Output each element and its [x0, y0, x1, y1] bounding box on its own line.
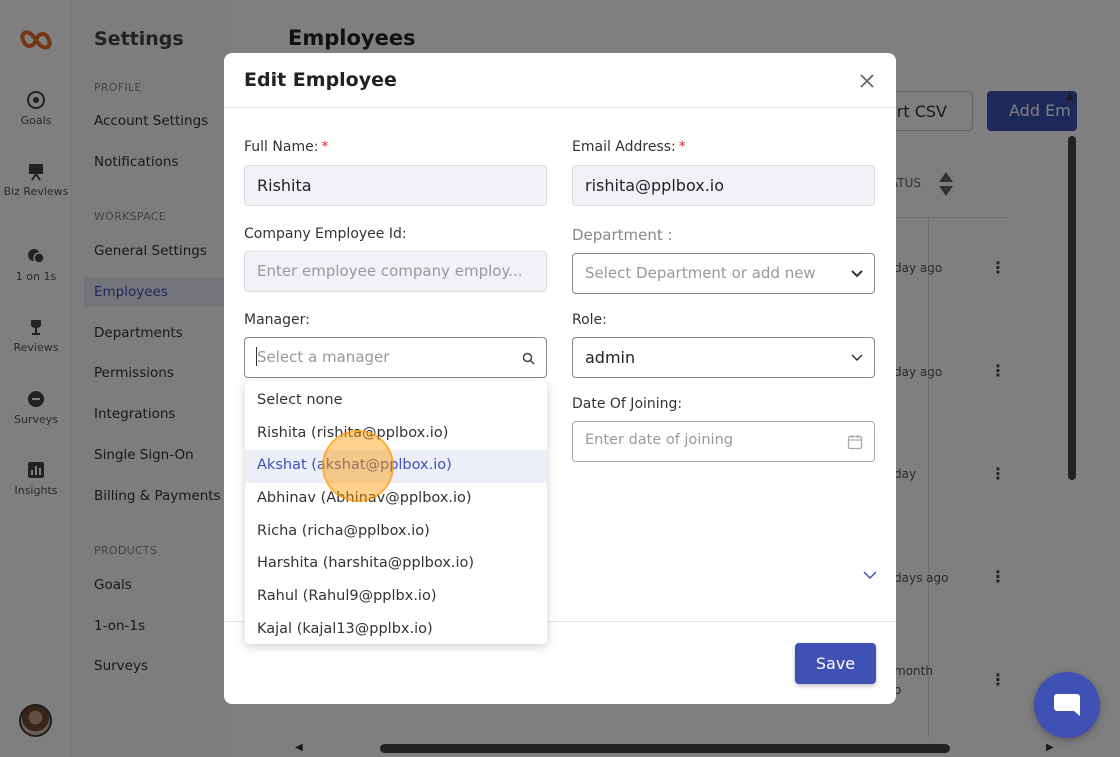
full-name-input[interactable]: Rishita: [244, 165, 547, 206]
manager-option-rahul[interactable]: Rahul (Rahul9@pplbx.io): [245, 581, 547, 614]
employee-id-label: Company Employee Id:: [244, 226, 407, 242]
chevron-down-icon: [851, 354, 863, 362]
modal-header: Edit Employee: [224, 53, 896, 108]
manager-option-harshita[interactable]: Harshita (harshita@pplbox.io): [245, 548, 547, 581]
required-mark: *: [678, 139, 686, 155]
required-mark: *: [321, 139, 329, 155]
click-indicator: [322, 430, 394, 502]
manager-option-richa[interactable]: Richa (richa@pplbox.io): [245, 516, 547, 549]
chat-widget-button[interactable]: [1034, 672, 1100, 738]
email-label-text: Email Address:: [572, 139, 676, 155]
expand-chevron-icon[interactable]: [862, 568, 878, 582]
role-label: Role:: [572, 312, 607, 328]
modal-title: Edit Employee: [244, 69, 397, 91]
manager-label: Manager:: [244, 312, 310, 328]
manager-option-abhinav[interactable]: Abhinav (Abhinav@pplbox.io): [245, 483, 547, 516]
role-value: admin: [585, 348, 636, 367]
department-label: Department :: [572, 226, 673, 244]
manager-placeholder: Select a manager: [257, 348, 390, 366]
chevron-down-icon: [851, 270, 863, 278]
manager-option-none[interactable]: Select none: [245, 385, 547, 418]
employee-id-input[interactable]: Enter employee company employ...: [244, 251, 547, 292]
calendar-icon[interactable]: [847, 434, 863, 450]
manager-dropdown-list: Select none Rishita (rishita@pplbox.io) …: [245, 381, 547, 644]
department-placeholder: Select Department or add new: [585, 264, 816, 282]
email-label: Email Address: *: [572, 139, 686, 155]
doj-input[interactable]: Enter date of joining: [572, 421, 875, 462]
save-button[interactable]: Save: [795, 643, 876, 684]
full-name-label-text: Full Name:: [244, 139, 319, 155]
doj-placeholder: Enter date of joining: [585, 432, 733, 448]
role-select[interactable]: admin: [572, 337, 875, 378]
email-input[interactable]: rishita@pplbox.io: [572, 165, 875, 206]
manager-option-akshat[interactable]: Akshat (akshat@pplbox.io): [245, 450, 547, 484]
doj-label: Date Of Joining:: [572, 396, 683, 412]
chat-bubble-icon: [1054, 694, 1080, 716]
manager-search-input[interactable]: Select a manager: [244, 337, 547, 378]
manager-option-kajal[interactable]: Kajal (kajal13@pplbx.io): [245, 614, 547, 647]
text-cursor: [256, 347, 257, 366]
manager-option-rishita[interactable]: Rishita (rishita@pplbox.io): [245, 418, 547, 451]
department-select[interactable]: Select Department or add new: [572, 253, 875, 294]
full-name-label: Full Name: *: [244, 139, 328, 155]
close-icon[interactable]: [856, 70, 878, 92]
search-icon: [522, 352, 535, 365]
